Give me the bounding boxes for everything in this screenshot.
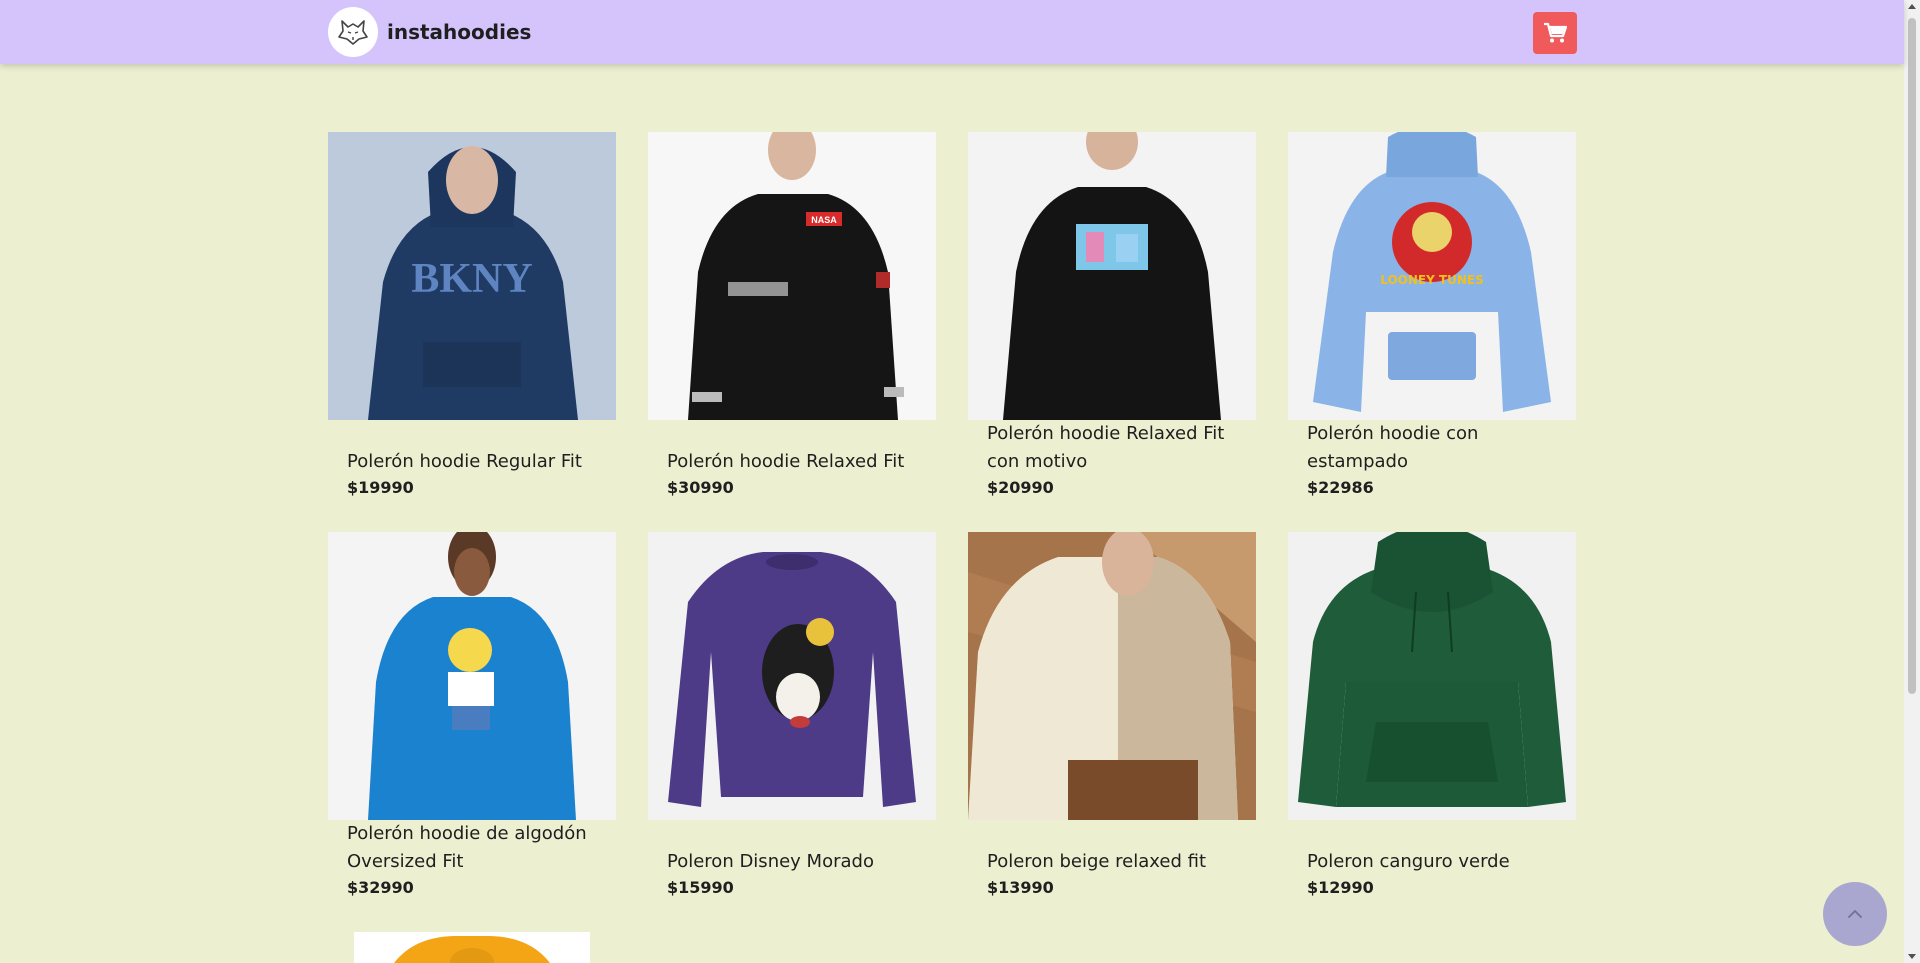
- product-card[interactable]: Polerón hoodie de algodón Oversized Fit …: [328, 532, 616, 898]
- product-card[interactable]: Polerón hoodie Relaxed Fit con motivo $2…: [968, 132, 1256, 498]
- product-name[interactable]: Polerón hoodie Relaxed Fit con motivo: [968, 420, 1256, 476]
- scroll-to-top-button[interactable]: [1823, 882, 1887, 946]
- product-card[interactable]: BKNY Polerón hoodie Regular Fit $19990: [328, 132, 616, 498]
- product-price: $20990: [987, 478, 1054, 497]
- wolf-logo-icon[interactable]: [328, 7, 378, 57]
- product-name[interactable]: Poleron beige relaxed fit: [968, 820, 1256, 876]
- product-price: $22986: [1307, 478, 1374, 497]
- product-card[interactable]: NASA Polerón hoodie Relaxed Fit $30990: [648, 132, 936, 498]
- product-name[interactable]: Polerón hoodie Relaxed Fit: [648, 420, 936, 476]
- product-image[interactable]: [968, 532, 1256, 820]
- product-image[interactable]: [648, 532, 936, 820]
- svg-text:BKNY: BKNY: [411, 256, 532, 302]
- product-image[interactable]: [354, 932, 590, 963]
- product-image[interactable]: [328, 532, 616, 820]
- product-card[interactable]: Poleron beige relaxed fit $13990: [968, 532, 1256, 898]
- product-card[interactable]: [354, 932, 590, 963]
- product-price: $12990: [1307, 878, 1374, 897]
- product-price: $13990: [987, 878, 1054, 897]
- cart-button[interactable]: [1533, 12, 1577, 54]
- product-image[interactable]: LOONEY TUNES: [1288, 132, 1576, 420]
- svg-text:NASA: NASA: [811, 215, 837, 225]
- product-price: $15990: [667, 878, 734, 897]
- scroll-down-icon[interactable]: [1908, 954, 1916, 959]
- product-card[interactable]: Poleron canguro verde $12990: [1288, 532, 1576, 898]
- product-price: $19990: [347, 478, 414, 497]
- scrollbar[interactable]: [1904, 0, 1920, 963]
- chevron-up-icon: [1848, 910, 1862, 918]
- scrollbar-thumb[interactable]: [1908, 18, 1916, 694]
- product-image[interactable]: [1288, 532, 1576, 820]
- product-name[interactable]: Polerón hoodie de algodón Oversized Fit: [328, 820, 616, 876]
- product-card[interactable]: Poleron Disney Morado $15990: [648, 532, 936, 898]
- product-name[interactable]: Polerón hoodie Regular Fit: [328, 420, 616, 476]
- product-image[interactable]: BKNY: [328, 132, 616, 420]
- svg-text:LOONEY TUNES: LOONEY TUNES: [1380, 273, 1484, 287]
- scroll-up-icon[interactable]: [1908, 4, 1916, 9]
- product-image[interactable]: NASA: [648, 132, 936, 420]
- product-price: $32990: [347, 878, 414, 897]
- brand-name[interactable]: instahoodies: [387, 18, 531, 46]
- navbar: instahoodies: [0, 0, 1904, 64]
- product-name[interactable]: Polerón hoodie con estampado: [1288, 420, 1576, 476]
- product-price: $30990: [667, 478, 734, 497]
- product-card[interactable]: LOONEY TUNES Polerón hoodie con estampad…: [1288, 132, 1576, 498]
- product-image[interactable]: [968, 132, 1256, 420]
- product-name[interactable]: Poleron Disney Morado: [648, 820, 936, 876]
- product-name[interactable]: Poleron canguro verde: [1288, 820, 1576, 876]
- shopping-cart-icon: [1544, 22, 1567, 43]
